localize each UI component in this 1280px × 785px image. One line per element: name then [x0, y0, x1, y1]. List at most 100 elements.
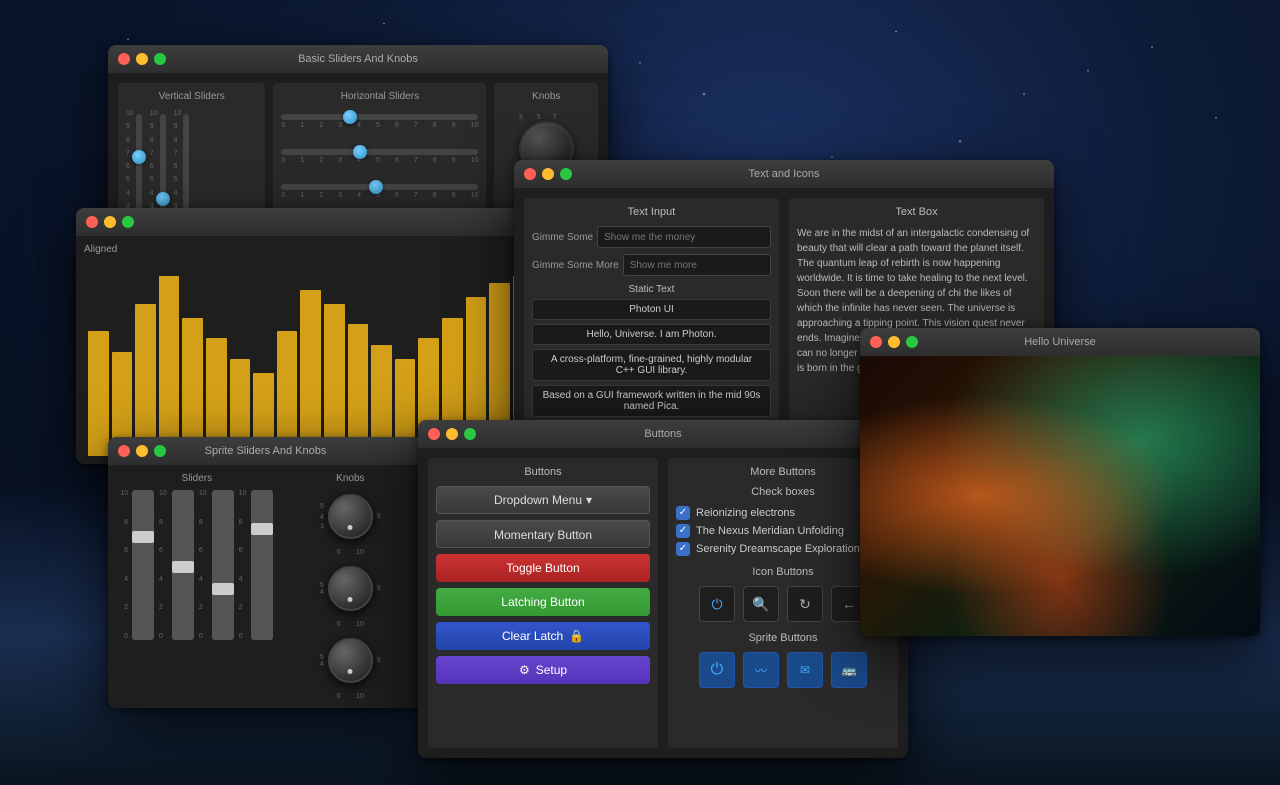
- static-item-1: Photon UI: [532, 299, 771, 320]
- sprite-scale-2: 1086420: [159, 490, 167, 640]
- sprite-bus-button[interactable]: 🚌: [831, 652, 867, 688]
- sprite-thumb-1[interactable]: [132, 531, 154, 543]
- sprite-buttons-title: Sprite Buttons: [676, 632, 890, 644]
- static-item-3: A cross-platform, fine-grained, highly m…: [532, 349, 771, 381]
- bar-10: [324, 304, 345, 456]
- traffic-lights-hello: [870, 336, 918, 348]
- bar-0: [88, 331, 109, 456]
- bar-9: [300, 290, 321, 456]
- momentary-button[interactable]: Momentary Button: [436, 520, 650, 548]
- close-button-buttons[interactable]: [428, 428, 440, 440]
- maximize-button-chart[interactable]: [122, 216, 134, 228]
- sprite-knob-2[interactable]: [328, 566, 373, 611]
- maximize-button[interactable]: [154, 53, 166, 65]
- checkbox-row-3: ✓ Serenity Dreamscape Exploration: [676, 542, 890, 556]
- close-button-chart[interactable]: [86, 216, 98, 228]
- text-box-title: Text Box: [797, 206, 1036, 218]
- dropdown-menu-button[interactable]: Dropdown Menu ▾: [436, 486, 650, 514]
- minimize-button-sprite[interactable]: [136, 445, 148, 457]
- checkbox-3-label: Serenity Dreamscape Exploration: [696, 543, 860, 555]
- sprite-wave-button[interactable]: 〰: [743, 652, 779, 688]
- clear-latch-button[interactable]: Clear Latch 🔒: [436, 622, 650, 650]
- h-slider-3-thumb[interactable]: [369, 180, 383, 194]
- sprite-thumb-4[interactable]: [251, 523, 273, 535]
- static-text-section: Static Text Photon UI Hello, Universe. I…: [532, 284, 771, 442]
- minimize-button-hello[interactable]: [888, 336, 900, 348]
- h-slider-3[interactable]: [281, 184, 478, 190]
- window-title-text: Text and Icons: [749, 168, 820, 180]
- titlebar-sprite-sliders: Sprite Sliders And Knobs: [108, 437, 423, 465]
- left-buttons-panel: Buttons Dropdown Menu ▾ Momentary Button…: [428, 458, 658, 748]
- sprite-knob-1[interactable]: [328, 494, 373, 539]
- h-slider-1[interactable]: [281, 114, 478, 120]
- sprite-knob-3[interactable]: [328, 638, 373, 683]
- h-slider-2[interactable]: [281, 149, 478, 155]
- sprite-btn-row: ⏻ 〰 ✉ 🚌: [676, 652, 890, 688]
- minimize-button[interactable]: [136, 53, 148, 65]
- input-row-1: Gimme Some: [532, 226, 771, 248]
- input-1-label: Gimme Some: [532, 232, 593, 243]
- icon-btn-row: ⏻ 🔍 ↻ ←: [676, 586, 890, 622]
- sprite-v-slider-3[interactable]: [212, 490, 234, 640]
- v-slider-1-thumb[interactable]: [132, 150, 146, 164]
- horizontal-sliders-title: Horizontal Sliders: [281, 91, 478, 102]
- input-2[interactable]: [623, 254, 771, 276]
- h-scale-1: 012345678910: [281, 122, 478, 129]
- traffic-lights-buttons: [428, 428, 476, 440]
- sprite-v-slider-2[interactable]: [172, 490, 194, 640]
- checkbox-2[interactable]: ✓: [676, 524, 690, 538]
- search-icon-button[interactable]: 🔍: [743, 586, 779, 622]
- toggle-button[interactable]: Toggle Button: [436, 554, 650, 582]
- maximize-button-sprite[interactable]: [154, 445, 166, 457]
- maximize-button-hello[interactable]: [906, 336, 918, 348]
- setup-button[interactable]: ⚙ Setup: [436, 656, 650, 684]
- text-input-panel: Text Input Gimme Some Gimme Some More St…: [524, 198, 779, 454]
- maximize-button-text[interactable]: [560, 168, 572, 180]
- h-slider-1-thumb[interactable]: [343, 110, 357, 124]
- h-slider-3-container: 012345678910: [281, 184, 478, 199]
- vertical-sliders-title: Vertical Sliders: [126, 91, 257, 102]
- checkbox-3[interactable]: ✓: [676, 542, 690, 556]
- sprite-thumb-3[interactable]: [212, 583, 234, 595]
- sprite-knobs-panel: Knobs 543 8 0 10: [286, 473, 415, 700]
- minimize-button-text[interactable]: [542, 168, 554, 180]
- v-slider-2-thumb[interactable]: [156, 192, 170, 206]
- traffic-lights-text: [524, 168, 572, 180]
- buttons-window: Buttons Buttons Dropdown Menu ▾ Momentar…: [418, 420, 908, 758]
- sprite-buttons-section: Sprite Buttons ⏻ 〰 ✉ 🚌: [676, 632, 890, 688]
- knob-3-dot: [348, 669, 353, 674]
- sprite-sliders-window: Sprite Sliders And Knobs Sliders 1086420…: [108, 437, 423, 708]
- hello-universe-window: Hello Universe: [860, 328, 1260, 636]
- power-icon-button[interactable]: ⏻: [699, 586, 735, 622]
- minimize-button-chart[interactable]: [104, 216, 116, 228]
- sprite-sliders-label: Sliders: [116, 473, 278, 484]
- traffic-lights: [118, 53, 166, 65]
- text-input-title: Text Input: [532, 206, 771, 218]
- checkbox-2-label: The Nexus Meridian Unfolding: [696, 525, 844, 537]
- bar-2: [135, 304, 156, 456]
- bar-4: [182, 318, 203, 456]
- sprite-mail-button[interactable]: ✉: [787, 652, 823, 688]
- knob-scale-top: 357: [519, 114, 574, 121]
- latching-button[interactable]: Latching Button: [436, 588, 650, 616]
- buttons-left-title: Buttons: [436, 466, 650, 478]
- h-slider-2-container: 012345678910: [281, 149, 478, 164]
- close-button[interactable]: [118, 53, 130, 65]
- minimize-button-buttons[interactable]: [446, 428, 458, 440]
- close-button-text[interactable]: [524, 168, 536, 180]
- sprite-power-button[interactable]: ⏻: [699, 652, 735, 688]
- sprite-knob-1-row: 543 8: [320, 490, 381, 543]
- input-1[interactable]: [597, 226, 771, 248]
- refresh-icon-button[interactable]: ↻: [787, 586, 823, 622]
- h-slider-1-container: 012345678910: [281, 114, 478, 129]
- icon-buttons-title: Icon Buttons: [676, 566, 890, 578]
- close-button-hello[interactable]: [870, 336, 882, 348]
- maximize-button-buttons[interactable]: [464, 428, 476, 440]
- sprite-v-slider-1[interactable]: [132, 490, 154, 640]
- close-button-sprite[interactable]: [118, 445, 130, 457]
- sprite-v-slider-4[interactable]: [251, 490, 273, 640]
- h-slider-2-thumb[interactable]: [353, 145, 367, 159]
- checkbox-1[interactable]: ✓: [676, 506, 690, 520]
- titlebar-basic-sliders: Basic Sliders And Knobs: [108, 45, 608, 73]
- sprite-thumb-2[interactable]: [172, 561, 194, 573]
